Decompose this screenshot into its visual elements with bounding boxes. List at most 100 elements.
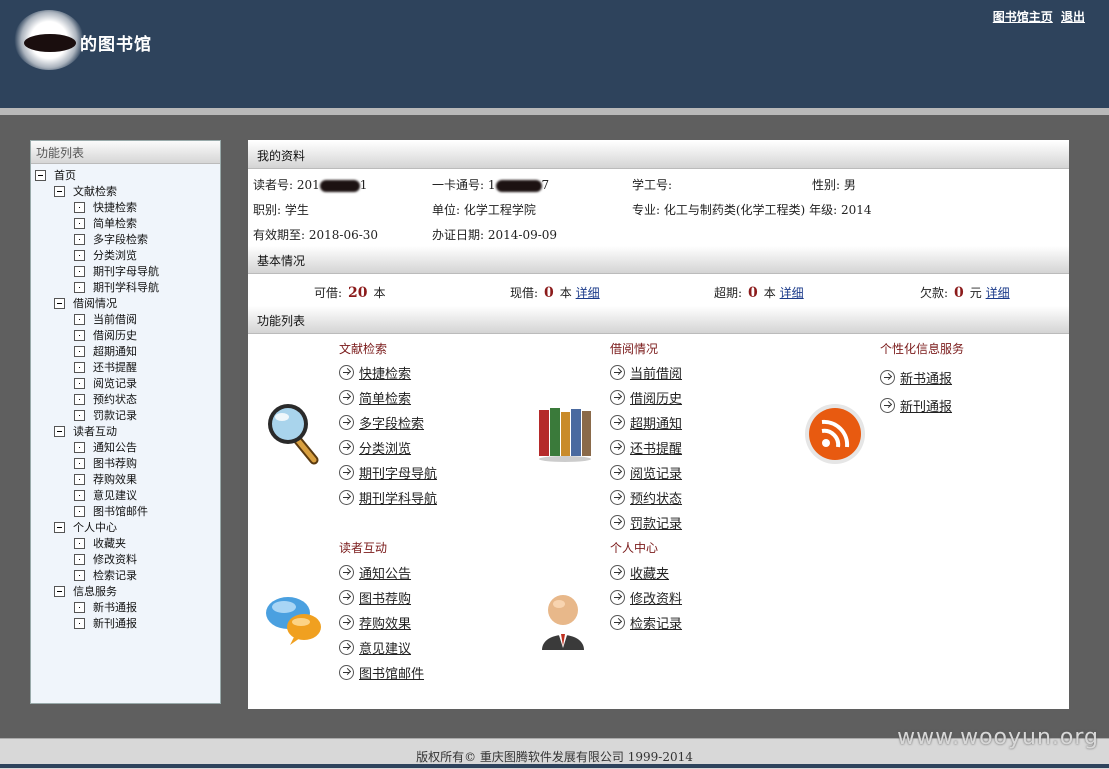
leaf-icon <box>74 377 85 389</box>
tree-item[interactable]: 快捷检索 <box>74 200 137 216</box>
feature-link[interactable]: 快捷检索 <box>339 363 411 382</box>
tree-item[interactable]: 简单检索 <box>74 216 137 232</box>
functions-header: 功能列表 <box>248 306 1069 334</box>
site-title: 的图书馆 <box>80 35 152 55</box>
feature-link[interactable]: 多字段检索 <box>339 413 424 432</box>
library-home-link[interactable]: 图书馆主页 <box>993 10 1053 24</box>
gender: 性别: 男 <box>812 178 856 192</box>
tree-group-info[interactable]: 信息服务 <box>54 584 117 600</box>
chat-bubbles-icon <box>266 597 321 645</box>
tree-item[interactable]: 图书荐购 <box>74 456 137 472</box>
tree-root[interactable]: 首页 <box>35 168 76 184</box>
group-title-borrow: 借阅情况 <box>610 342 659 356</box>
arrow-right-icon <box>339 365 354 380</box>
tree-item[interactable]: 收藏夹 <box>74 536 126 552</box>
feature-link[interactable]: 图书馆邮件 <box>339 663 424 682</box>
issue-date: 办证日期: 2014-09-09 <box>432 228 558 242</box>
magnifier-icon <box>268 404 319 465</box>
tree-item[interactable]: 借阅历史 <box>74 328 137 344</box>
leaf-icon <box>74 361 85 373</box>
feature-link[interactable]: 还书提醒 <box>610 438 682 457</box>
feature-link[interactable]: 通知公告 <box>339 563 411 582</box>
feature-link[interactable]: 修改资料 <box>610 588 682 607</box>
copyright-text: 版权所有© 重庆图腾软件发展有限公司 1999-2014 <box>416 750 693 764</box>
tree-item[interactable]: 还书提醒 <box>74 360 137 376</box>
basic-header: 基本情况 <box>248 246 1069 274</box>
leaf-icon <box>74 441 85 453</box>
main-panel: 我的资料 读者号: 201 1 一卡通号: 17 学工号: 性别: 男 职别: 学… <box>248 140 1069 709</box>
arrow-right-icon <box>880 370 895 385</box>
tree-item[interactable]: 荐购效果 <box>74 472 137 488</box>
debt-detail-link[interactable]: 详细 <box>986 286 1010 300</box>
tree-group-interact[interactable]: 读者互动 <box>54 424 117 440</box>
sidebar-title: 功能列表 <box>31 141 220 164</box>
collapse-icon[interactable] <box>35 169 46 181</box>
feature-link[interactable]: 简单检索 <box>339 388 411 407</box>
user-avatar-icon <box>542 595 584 650</box>
rss-icon <box>805 404 865 464</box>
tree-item[interactable]: 预约状态 <box>74 392 137 408</box>
tree-item[interactable]: 分类浏览 <box>74 248 137 264</box>
feature-link[interactable]: 超期通知 <box>610 413 682 432</box>
group-title-personal: 个人中心 <box>610 541 659 555</box>
logout-link[interactable]: 退出 <box>1061 10 1085 24</box>
feature-link[interactable]: 图书荐购 <box>339 588 411 607</box>
tree-item[interactable]: 新刊通报 <box>74 616 137 632</box>
feature-link[interactable]: 借阅历史 <box>610 388 682 407</box>
tree-group-search[interactable]: 文献检索 <box>54 184 117 200</box>
tree-item[interactable]: 期刊学科导航 <box>74 280 159 296</box>
tree-item[interactable]: 检索记录 <box>74 568 137 584</box>
arrow-right-icon <box>339 590 354 605</box>
feature-link[interactable]: 检索记录 <box>610 613 682 632</box>
leaf-icon <box>74 281 85 293</box>
feature-link[interactable]: 期刊学科导航 <box>339 488 437 507</box>
leaf-icon <box>74 265 85 277</box>
tree-item[interactable]: 罚款记录 <box>74 408 137 424</box>
tree-item[interactable]: 期刊字母导航 <box>74 264 159 280</box>
watermark: www.wooyun.org <box>897 725 1099 750</box>
feature-link[interactable]: 意见建议 <box>339 638 411 657</box>
tree-item[interactable]: 新书通报 <box>74 600 137 616</box>
tree-group-borrow[interactable]: 借阅情况 <box>54 296 117 312</box>
arrow-right-icon <box>610 590 625 605</box>
top-links: 图书馆主页 退出 <box>989 8 1085 25</box>
feature-link[interactable]: 收藏夹 <box>610 563 669 582</box>
tree-item[interactable]: 多字段检索 <box>74 232 148 248</box>
leaf-icon <box>74 409 85 421</box>
feature-link[interactable]: 荐购效果 <box>339 613 411 632</box>
tree-item[interactable]: 意见建议 <box>74 488 137 504</box>
tree-item[interactable]: 阅览记录 <box>74 376 137 392</box>
arrow-right-icon <box>610 565 625 580</box>
leaf-icon <box>74 393 85 405</box>
arrow-right-icon <box>610 390 625 405</box>
leaf-icon <box>74 569 85 581</box>
collapse-icon[interactable] <box>54 521 65 533</box>
feature-link[interactable]: 预约状态 <box>610 488 682 507</box>
tree-group-personal[interactable]: 个人中心 <box>54 520 117 536</box>
arrow-right-icon <box>610 440 625 455</box>
feature-link[interactable]: 罚款记录 <box>610 513 682 532</box>
feature-link[interactable]: 期刊字母导航 <box>339 463 437 482</box>
feature-link[interactable]: 新书通报 <box>880 368 952 387</box>
tree-item[interactable]: 图书馆邮件 <box>74 504 148 520</box>
tree-item[interactable]: 修改资料 <box>74 552 137 568</box>
feature-link[interactable]: 当前借阅 <box>610 363 682 382</box>
leaf-icon <box>74 505 85 517</box>
tree-item[interactable]: 当前借阅 <box>74 312 137 328</box>
feature-link[interactable]: 分类浏览 <box>339 438 411 457</box>
leaf-icon <box>74 233 85 245</box>
feature-link[interactable]: 新刊通报 <box>880 396 952 415</box>
arrow-right-icon <box>610 490 625 505</box>
overdue-detail-link[interactable]: 详细 <box>780 286 804 300</box>
current-detail-link[interactable]: 详细 <box>576 286 600 300</box>
collapse-icon[interactable] <box>54 297 65 309</box>
collapse-icon[interactable] <box>54 185 65 197</box>
arrow-right-icon <box>610 415 625 430</box>
leaf-icon <box>74 217 85 229</box>
feature-link[interactable]: 阅览记录 <box>610 463 682 482</box>
tree-item[interactable]: 超期通知 <box>74 344 137 360</box>
collapse-icon[interactable] <box>54 585 65 597</box>
sidebar: 功能列表 首页 文献检索 快捷检索 简单检索 多字段检索 分类浏览 期刊字母导航… <box>30 140 221 704</box>
tree-item[interactable]: 通知公告 <box>74 440 137 456</box>
collapse-icon[interactable] <box>54 425 65 437</box>
